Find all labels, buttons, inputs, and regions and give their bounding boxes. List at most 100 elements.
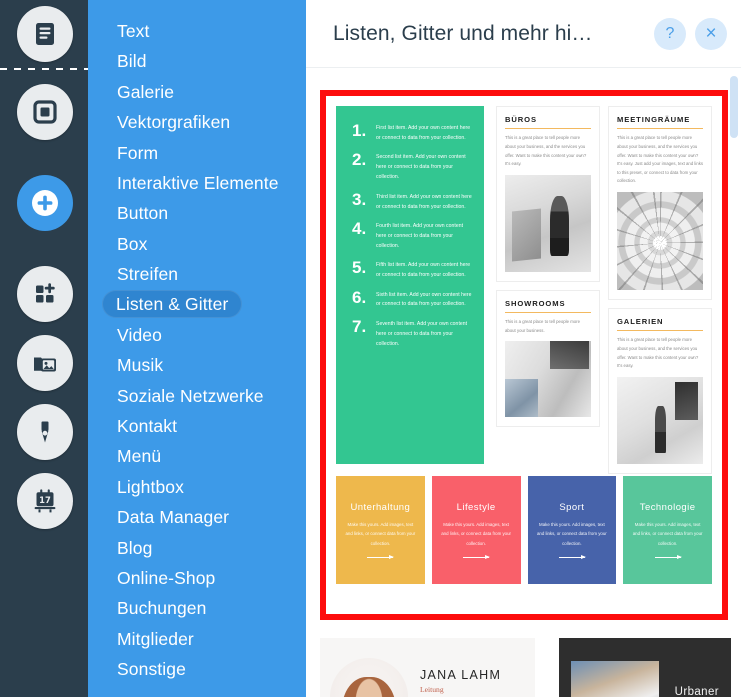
tile-sport: Sport Make this yours. Add images, text … — [527, 476, 617, 584]
category-item-mitglieder[interactable]: Mitglieder — [88, 624, 306, 654]
editor-left-rail: 17 — [0, 0, 90, 697]
list-number: 4. — [352, 218, 367, 238]
avatar — [330, 658, 408, 697]
rail-item-media[interactable] — [17, 335, 73, 391]
list-text: Third list item. Add your own content he… — [376, 193, 472, 210]
rail-item-layout[interactable] — [17, 84, 73, 140]
list-number: 1. — [352, 121, 367, 140]
category-item-vektorgrafiken[interactable]: Vektorgrafiken — [88, 107, 306, 137]
panel-scroll-area[interactable]: 1. First list item. Add your own content… — [306, 68, 741, 697]
category-item-interaktive-elemente[interactable]: Interaktive Elemente — [88, 168, 306, 198]
card-photo — [617, 191, 703, 290]
template-thumbnail-urbaner-raum[interactable]: Urbaner Raum — [558, 638, 731, 697]
profile-text: JANA LAHM Leitung I'm a paragraph. Click… — [408, 654, 525, 697]
tile-body: Make this yours. Add images, text and li… — [441, 521, 512, 546]
category-item-box[interactable]: Box — [88, 229, 306, 259]
list-item: 4. Fourth list item. Add your own conten… — [348, 220, 472, 252]
card-body: This is a great place to tell people mor… — [617, 135, 704, 184]
card-body: This is a great place to tell people mor… — [505, 319, 580, 333]
preview-cards-column-left: BÜROS This is a great place to tell peop… — [496, 106, 600, 464]
template-thumbnail-profile[interactable]: JANA LAHM Leitung I'm a paragraph. Click… — [320, 638, 535, 697]
add-elements-panel: Listen, Gitter und mehr hi… ? × 1. First… — [306, 0, 741, 697]
list-text: Second list item. Add your own content h… — [376, 154, 466, 181]
category-item-kontakt[interactable]: Kontakt — [88, 411, 306, 441]
list-item: 3. Third list item. Add your own content… — [348, 189, 472, 213]
arrow-icon — [654, 554, 682, 560]
list-number: 7. — [352, 316, 367, 336]
category-item-buchungen[interactable]: Buchungen — [88, 593, 306, 623]
preview-card-bueros: BÜROS This is a great place to tell peop… — [496, 106, 600, 282]
preview-card-galerien: GALERIEN This is a great place to tell p… — [608, 307, 712, 474]
tile-body: Make this yours. Add images, text and li… — [536, 521, 607, 546]
tile-lifestyle: Lifestyle Make this yours. Add images, t… — [431, 476, 521, 584]
category-item-video[interactable]: Video — [88, 320, 306, 350]
card-photo — [617, 376, 703, 464]
list-text: Sixth list item. Add your own content he… — [376, 291, 472, 308]
dark-card-text: Urbaner Raum — [659, 686, 719, 697]
arrow-icon — [367, 554, 395, 560]
category-item-data-manager[interactable]: Data Manager — [88, 502, 306, 532]
category-item-musik[interactable]: Musik — [88, 350, 306, 380]
tile-title: Sport — [559, 501, 585, 513]
card-body: This is a great place to tell people mor… — [505, 135, 587, 167]
close-button[interactable]: × — [695, 17, 727, 50]
rail-item-add[interactable] — [17, 175, 73, 231]
media-images-icon — [30, 348, 60, 378]
scrollbar-thumb[interactable] — [730, 76, 738, 138]
template-preview-content: 1. First list item. Add your own content… — [326, 96, 722, 614]
svg-text:17: 17 — [39, 495, 51, 505]
panel-title: Listen, Gitter und mehr hi… — [333, 21, 593, 45]
list-number: 3. — [352, 189, 367, 209]
template-thumbnail-row-next: JANA LAHM Leitung I'm a paragraph. Click… — [320, 638, 731, 697]
category-item-soziale-netzwerke[interactable]: Soziale Netzwerke — [88, 381, 306, 411]
list-item: 7. Seventh list item. Add your own conte… — [348, 318, 472, 350]
category-item-blog[interactable]: Blog — [88, 533, 306, 563]
tile-technologie: Technologie Make this yours. Add images,… — [623, 476, 712, 584]
category-item-lightbox[interactable]: Lightbox — [88, 472, 306, 502]
card-body: This is a great place to tell people mor… — [617, 337, 699, 369]
calendar-icon: 17 — [30, 486, 60, 516]
pages-icon — [30, 19, 60, 49]
category-item-form[interactable]: Form — [88, 138, 306, 168]
arrow-icon — [463, 554, 491, 560]
category-item-bild[interactable]: Bild — [88, 46, 306, 76]
category-item-listen-und-gitter[interactable]: Listen & Gitter — [102, 289, 243, 318]
rail-divider — [0, 68, 90, 70]
category-item-galerie[interactable]: Galerie — [88, 77, 306, 107]
preview-cards-grid: BÜROS This is a great place to tell peop… — [496, 106, 712, 474]
apps-grid-plus-icon — [30, 279, 60, 309]
list-text: Fourth list item. Add your own content h… — [376, 222, 464, 249]
rail-item-blog[interactable] — [17, 404, 73, 460]
tile-body: Make this yours. Add images, text and li… — [632, 521, 703, 546]
card-photo — [505, 174, 591, 272]
help-button[interactable]: ? — [654, 17, 686, 50]
numbered-list-preview: 1. First list item. Add your own content… — [336, 106, 484, 464]
card-rule — [617, 329, 703, 332]
profile-name: JANA LAHM — [420, 668, 502, 682]
category-item-sonstige[interactable]: Sonstige — [88, 654, 306, 684]
category-item-online-shop[interactable]: Online-Shop — [88, 563, 306, 593]
rail-item-apps[interactable] — [17, 266, 73, 322]
pen-nib-icon — [30, 417, 60, 447]
layout-icon — [30, 97, 60, 127]
profile-role: Leitung — [420, 685, 444, 694]
card-title: SHOWROOMS — [505, 298, 566, 308]
list-item: 6. Sixth list item. Add your own content… — [348, 288, 472, 311]
category-item-button[interactable]: Button — [88, 198, 306, 228]
card-title: GALERIEN — [617, 316, 664, 326]
category-item-text[interactable]: Text — [88, 16, 306, 46]
rail-item-pages[interactable] — [17, 6, 73, 62]
rail-item-events[interactable]: 17 — [17, 473, 73, 529]
list-text: Fifth list item. Add your own content he… — [376, 262, 471, 279]
category-item-menu[interactable]: Menü — [88, 441, 306, 471]
category-item-streifen[interactable]: Streifen — [88, 259, 306, 289]
template-thumbnail-selected[interactable]: 1. First list item. Add your own content… — [320, 90, 728, 620]
card-rule — [505, 128, 591, 130]
card-rule — [617, 128, 703, 130]
preview-card-meetingraeume: MEETINGRÄUME This is a great place to te… — [608, 106, 712, 300]
list-number: 2. — [352, 150, 367, 170]
scrollbar-track[interactable] — [730, 76, 738, 691]
list-item: 1. First list item. Add your own content… — [348, 122, 472, 144]
panel-header: Listen, Gitter und mehr hi… ? × — [306, 0, 741, 68]
preview-top-grid: 1. First list item. Add your own content… — [336, 106, 712, 474]
